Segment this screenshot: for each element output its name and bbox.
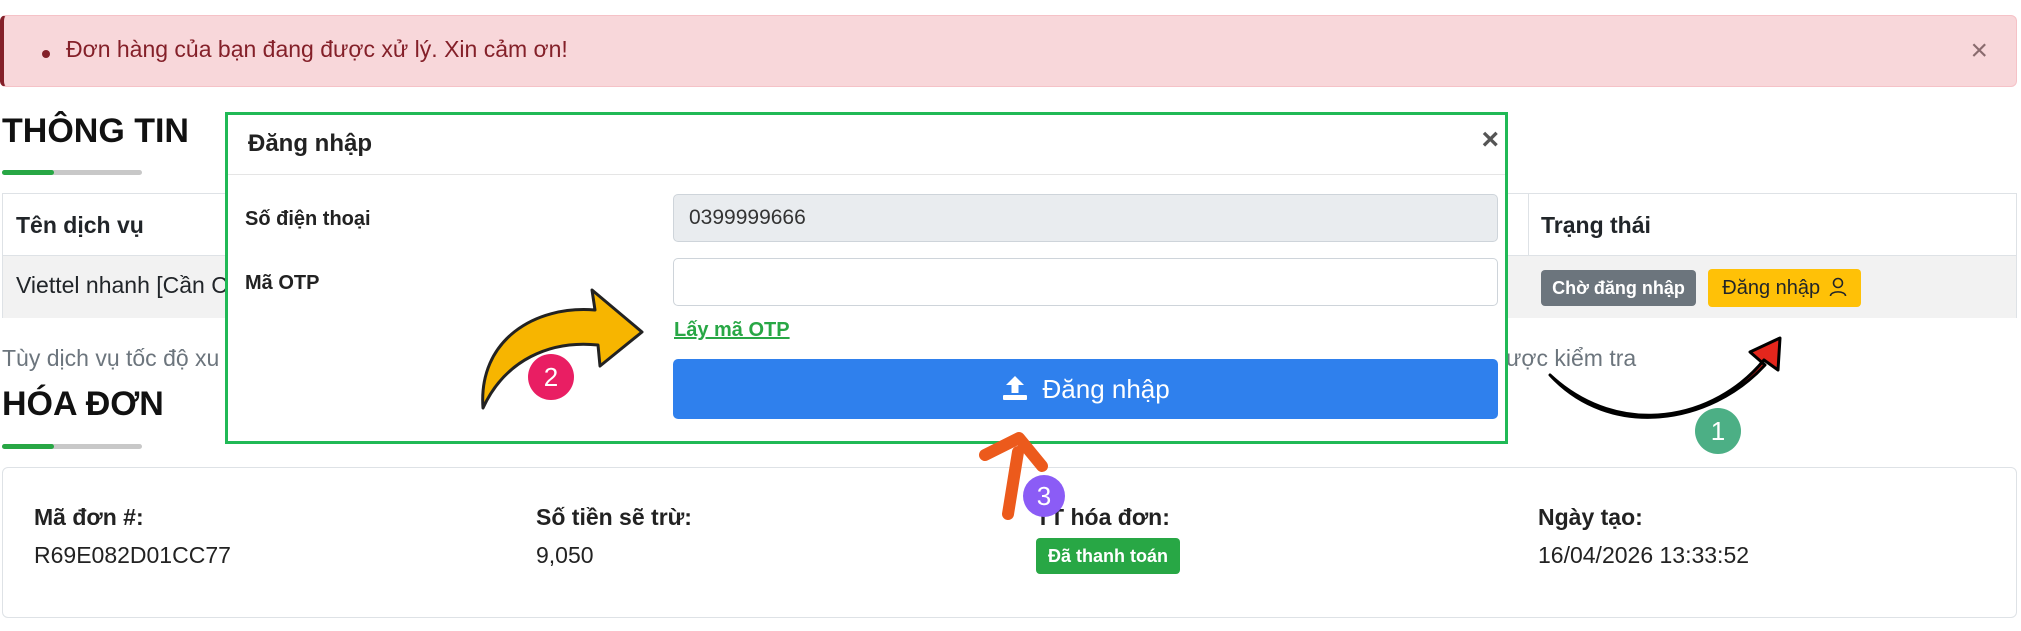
- modal-title: Đăng nhập: [248, 130, 372, 157]
- date-value: 16/04/2026 13:33:52: [1538, 542, 1750, 568]
- service-note: Tùy dịch vụ tốc độ xu: [2, 345, 220, 371]
- submit-login-button[interactable]: Đăng nhập: [673, 359, 1498, 419]
- step-marker-1: 1: [1695, 408, 1741, 454]
- login-button[interactable]: Đăng nhập: [1708, 269, 1861, 307]
- title-underline: [2, 444, 142, 449]
- service-name: Viettel nhanh [Cần C: [16, 272, 228, 298]
- upload-icon: [1003, 376, 1028, 400]
- amount-label: Số tiền sẽ trừ:: [536, 504, 692, 530]
- login-button-label: Đăng nhập: [1722, 277, 1821, 299]
- otp-label: Mã OTP: [245, 272, 320, 294]
- bullet-icon: [42, 50, 50, 58]
- paid-badge: Đã thanh toán: [1036, 538, 1180, 574]
- service-note-end: ược kiểm tra: [1506, 345, 1637, 371]
- title-underline: [2, 170, 142, 175]
- user-icon: [1829, 277, 1847, 297]
- get-otp-link[interactable]: Lấy mã OTP: [674, 319, 790, 342]
- close-icon[interactable]: ×: [1481, 125, 1499, 155]
- info-title: THÔNG TIN: [2, 112, 189, 150]
- close-icon[interactable]: ×: [1970, 36, 1988, 66]
- header-status: Trạng thái: [1541, 212, 1651, 238]
- alert-message: Đơn hàng của bạn đang được xử lý. Xin cả…: [66, 36, 568, 62]
- step-marker-2: 2: [528, 354, 574, 400]
- amount-value: 9,050: [536, 542, 594, 568]
- order-label: Mã đơn #:: [34, 504, 144, 530]
- date-label: Ngày tạo:: [1538, 504, 1643, 530]
- otp-input[interactable]: [673, 258, 1498, 306]
- phone-input[interactable]: [673, 194, 1498, 242]
- header-service: Tên dịch vụ: [16, 212, 144, 238]
- invoice-title: HÓA ĐƠN: [2, 385, 164, 423]
- invoice-card: Mã đơn #: R69E082D01CC77 Số tiền sẽ trừ:…: [2, 467, 2017, 618]
- success-alert: Đơn hàng của bạn đang được xử lý. Xin cả…: [0, 15, 2017, 87]
- step-marker-3: 3: [1023, 475, 1065, 517]
- status-badge: Chờ đăng nhập: [1541, 270, 1696, 306]
- phone-label: Số điện thoại: [245, 208, 371, 230]
- login-modal: Đăng nhập × Số điện thoại Mã OTP Lấy mã …: [225, 112, 1508, 444]
- submit-login-label: Đăng nhập: [1042, 374, 1170, 404]
- modal-header: Đăng nhập ×: [228, 115, 1505, 175]
- order-value: R69E082D01CC77: [34, 542, 231, 568]
